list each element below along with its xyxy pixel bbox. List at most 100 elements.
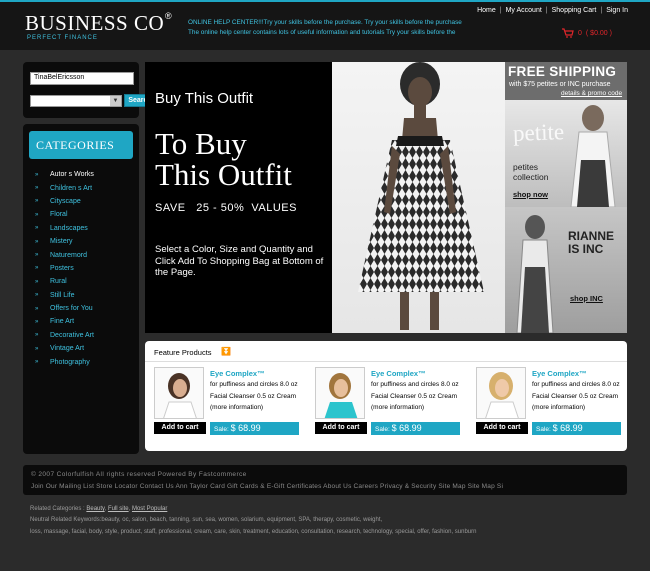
more-info-link[interactable]: (more information) xyxy=(371,404,424,411)
sale-label: Sale: xyxy=(536,426,551,433)
related-link-most-popular[interactable]: Most Popular xyxy=(132,506,167,512)
product-desc-1: for puffiness and circles 8.0 oz xyxy=(532,381,620,388)
cart-total: ( $0.00 ) xyxy=(585,29,612,37)
ad-inc-panel xyxy=(505,207,627,333)
sale-label: Sale: xyxy=(214,426,229,433)
sale-price: Sale: $ 68.99 xyxy=(371,422,460,435)
featured-title: Feature Products xyxy=(154,348,212,357)
search-input[interactable]: TinaBelEricsson xyxy=(30,72,134,85)
free-shipping-ad[interactable]: FREE SHIPPING with $75 petites or INC pu… xyxy=(505,62,627,333)
bullet-icon: » xyxy=(35,318,39,325)
registered-mark: ® xyxy=(165,11,172,21)
product-photo-illustration xyxy=(477,368,525,418)
nav-my-account[interactable]: My Account xyxy=(506,7,542,14)
hero-banner[interactable]: Buy This Outfit To Buy This Outfit SAVE … xyxy=(145,62,627,333)
bullet-icon: » xyxy=(35,225,39,232)
category-item[interactable]: » Cityscape xyxy=(35,195,94,208)
related-keywords-1: Neutral Related Keywords:beauty, oc, sal… xyxy=(30,517,383,523)
category-item[interactable]: » Decorative Art xyxy=(35,329,94,342)
related-keywords-2: loss, massage, facial, body, style, prod… xyxy=(30,529,477,535)
bullet-icon: » xyxy=(35,278,39,285)
banner-instructions: Select a Color, Size and Quantity and Cl… xyxy=(155,244,324,278)
bullet-icon: » xyxy=(35,252,39,259)
free-shipping-subtitle: with $75 petites or INC purchase xyxy=(509,81,611,88)
category-item[interactable]: » Naturemord xyxy=(35,248,94,261)
category-item[interactable]: » Photography xyxy=(35,355,94,368)
bullet-icon: » xyxy=(35,305,39,312)
product-card: Eye Complex™ for puffiness and circles 8… xyxy=(315,367,465,437)
help-center-text: ONLINE HELP CENTER!!!Try your skills bef… xyxy=(188,18,488,38)
product-card: Eye Complex™ for puffiness and circles 8… xyxy=(154,367,304,437)
product-desc-1: for puffiness and circles 8.0 oz xyxy=(210,381,298,388)
bullet-icon: » xyxy=(35,345,39,352)
category-item[interactable]: » Autor s Works xyxy=(35,168,94,181)
categories-panel: CATEGORIES » Autor s Works » Children s Ar… xyxy=(23,124,139,454)
help-line-1: ONLINE HELP CENTER!!!Try your skills bef… xyxy=(188,19,462,26)
more-info-link[interactable]: (more information) xyxy=(532,404,585,411)
category-item[interactable]: » Rural xyxy=(35,275,94,288)
petites-collection-text: petites collection xyxy=(513,162,549,182)
category-item[interactable]: » Posters xyxy=(35,262,94,275)
product-desc-2: Facial Cleanser 0.5 oz Cream xyxy=(532,393,618,400)
related-link-beauty[interactable]: Beauty xyxy=(86,506,104,512)
product-photo-illustration xyxy=(155,368,203,418)
site-tagline: PERFECT FINANCE xyxy=(27,35,98,41)
product-image[interactable] xyxy=(476,367,526,419)
search-category-select[interactable]: ▼ xyxy=(30,95,122,107)
bullet-icon: » xyxy=(35,198,39,205)
chevron-down-icon: ▼ xyxy=(110,96,121,106)
bullet-icon: » xyxy=(35,185,39,192)
sale-label: Sale: xyxy=(375,426,390,433)
product-title[interactable]: Eye Complex™ xyxy=(371,369,426,378)
footer-bar: © 2007 Colorfulfish All rights reserved … xyxy=(23,465,627,495)
price-value: $ 68.99 xyxy=(391,423,422,433)
sale-price: Sale: $ 68.99 xyxy=(210,422,299,435)
more-info-link[interactable]: (more information) xyxy=(210,404,263,411)
shop-now-link[interactable]: shop now xyxy=(513,190,548,199)
category-item[interactable]: » Mistery xyxy=(35,235,94,248)
bullet-icon: » xyxy=(35,292,39,299)
add-to-cart-button[interactable]: Add to cart xyxy=(154,422,206,434)
product-photo-illustration xyxy=(316,368,364,418)
inc-model-illustration xyxy=(516,215,554,333)
category-item[interactable]: » Vintage Art xyxy=(35,342,94,355)
mini-cart[interactable]: 0 ( $0.00 ) xyxy=(562,28,612,38)
nav-shopping-cart[interactable]: Shopping Cart xyxy=(552,7,597,14)
help-line-2: The online help center contains lots of … xyxy=(188,29,456,36)
category-item[interactable]: » Children s Art xyxy=(35,181,94,194)
related-categories: Related Categories : Beauty, Full site, … xyxy=(30,506,168,512)
site-logo[interactable]: BUSINESS CO xyxy=(25,11,164,36)
top-nav: Home | My Account | Shopping Cart | Sign… xyxy=(477,7,628,14)
nav-separator: | xyxy=(545,7,548,14)
bullet-icon: » xyxy=(35,265,39,272)
cart-count: 0 xyxy=(578,29,582,37)
category-item[interactable]: » Floral xyxy=(35,208,94,221)
product-title[interactable]: Eye Complex™ xyxy=(532,369,587,378)
details-promo-link[interactable]: details & promo code xyxy=(561,90,622,97)
shop-inc-link[interactable]: shop INC xyxy=(570,294,603,303)
banner-save-text: SAVE 25 - 50% VALUES xyxy=(155,202,297,214)
banner-headline-2: This Outfit xyxy=(155,157,292,192)
featured-products: Feature Products ⏬ Eye Complex™ for puff… xyxy=(145,341,627,451)
double-chevron-down-icon[interactable]: ⏬ xyxy=(221,347,231,356)
footer-links[interactable]: Join Our Mailing List Store Locator Cont… xyxy=(31,483,503,490)
related-link-full-site[interactable]: Full site xyxy=(108,506,129,512)
category-item[interactable]: » Still Life xyxy=(35,289,94,302)
nav-sign-in[interactable]: Sign In xyxy=(606,7,628,14)
product-image[interactable] xyxy=(315,367,365,419)
copyright: © 2007 Colorfulfish All rights reserved … xyxy=(31,471,247,478)
price-value: $ 68.99 xyxy=(230,423,261,433)
nav-separator: | xyxy=(499,7,502,14)
divider xyxy=(145,361,627,362)
nav-home[interactable]: Home xyxy=(477,7,496,14)
category-item[interactable]: » Offers for You xyxy=(35,302,94,315)
bullet-icon: » xyxy=(35,211,39,218)
price-value: $ 68.99 xyxy=(552,423,583,433)
categories-list: » Autor s Works » Children s Art » Cityscap… xyxy=(35,168,94,369)
category-item[interactable]: » Landscapes xyxy=(35,222,94,235)
add-to-cart-button[interactable]: Add to cart xyxy=(476,422,528,434)
product-image[interactable] xyxy=(154,367,204,419)
product-title[interactable]: Eye Complex™ xyxy=(210,369,265,378)
add-to-cart-button[interactable]: Add to cart xyxy=(315,422,367,434)
category-item[interactable]: » Fine Art xyxy=(35,315,94,328)
